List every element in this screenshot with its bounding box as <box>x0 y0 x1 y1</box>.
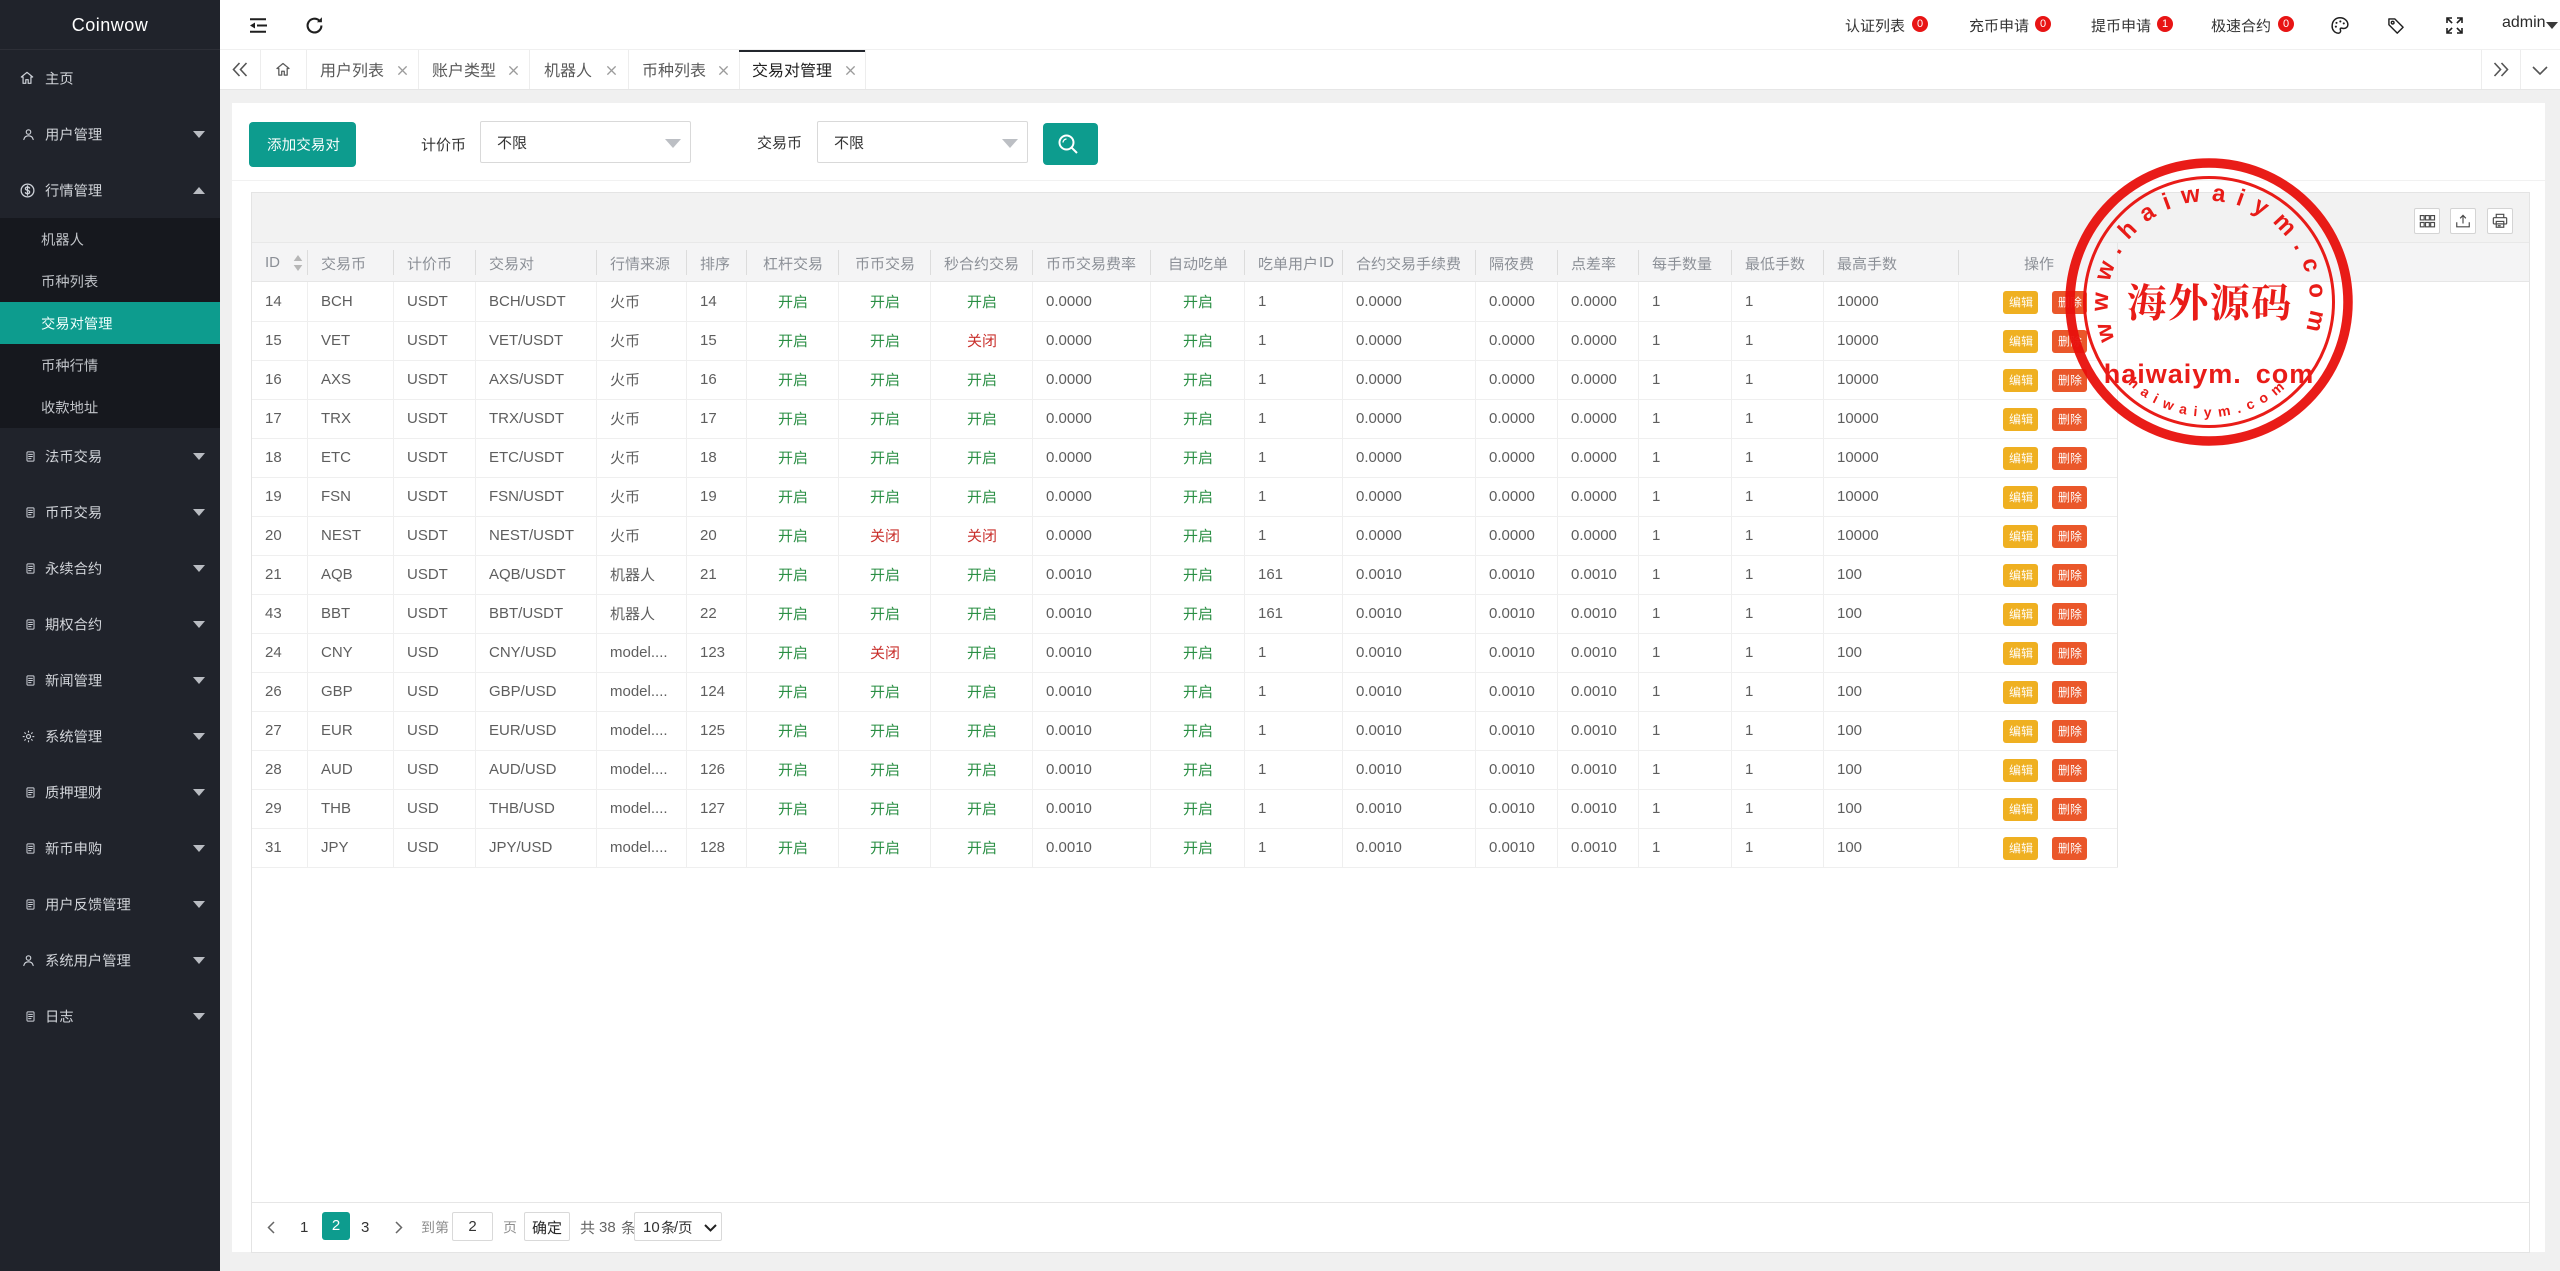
svg-text:www.haiwaiym.com: www.haiwaiym.com <box>2086 179 2331 346</box>
